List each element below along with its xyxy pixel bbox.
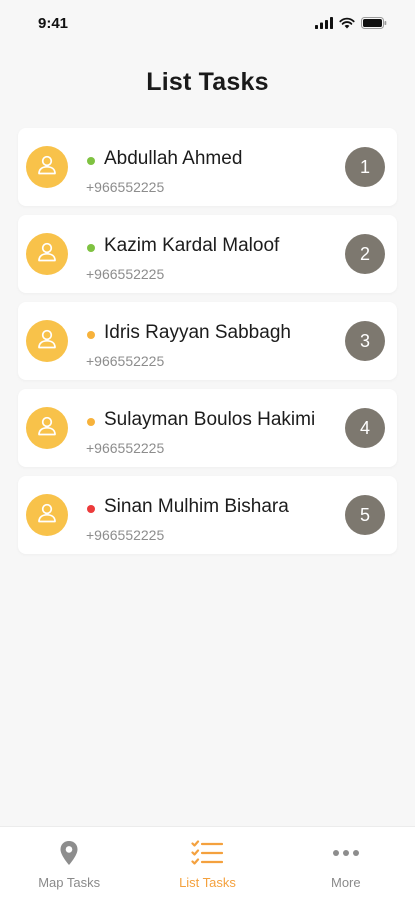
task-number-badge: 4 [345,408,385,448]
bottom-tab-bar: Map Tasks List Tasks More [0,826,415,900]
task-number-badge: 3 [345,321,385,361]
tab-map-tasks[interactable]: Map Tasks [0,827,138,900]
tab-more[interactable]: More [277,827,415,900]
status-bar: 9:41 [0,0,415,46]
task-phone: +966552225 [86,179,165,195]
user-icon [35,327,59,356]
task-card[interactable]: Abdullah Ahmed +966552225 1 [18,128,397,206]
task-name: Kazim Kardal Maloof [104,235,280,256]
screen: 9:41 List Tasks Abdullah Ahmed +96655222… [0,0,415,900]
battery-icon [361,17,387,29]
status-dot [87,157,95,165]
task-list: Abdullah Ahmed +966552225 1 Kazim Kardal… [18,128,397,563]
tab-label: More [331,875,361,890]
page-title: List Tasks [146,68,269,96]
user-icon [35,501,59,530]
avatar [26,494,68,536]
task-card[interactable]: Idris Rayyan Sabbagh +966552225 3 [18,302,397,380]
status-dot [87,418,95,426]
task-phone: +966552225 [86,440,165,456]
task-phone: +966552225 [86,527,165,543]
avatar [26,407,68,449]
status-time: 9:41 [38,14,69,32]
status-dot [87,331,95,339]
task-number-badge: 1 [345,147,385,187]
task-phone: +966552225 [86,353,165,369]
task-card[interactable]: Kazim Kardal Maloof +966552225 2 [18,215,397,293]
tab-label: Map Tasks [38,875,101,890]
user-icon [35,153,59,182]
user-icon [35,240,59,269]
signal-icon [315,17,333,29]
more-dots-icon [332,839,360,867]
status-dot [87,244,95,252]
task-name: Abdullah Ahmed [104,148,243,169]
avatar [26,320,68,362]
task-card[interactable]: Sinan Mulhim Bishara +966552225 5 [18,476,397,554]
tab-label: List Tasks [179,875,236,890]
list-icon [191,839,224,867]
map-pin-icon [59,839,79,867]
avatar [26,146,68,188]
status-dot [87,505,95,513]
task-name: Sulayman Boulos Hakimi [104,409,316,430]
status-icons [315,17,387,29]
tab-list-tasks[interactable]: List Tasks [138,827,276,900]
avatar [26,233,68,275]
task-number-badge: 2 [345,234,385,274]
task-number-badge: 5 [345,495,385,535]
wifi-icon [339,17,355,29]
task-phone: +966552225 [86,266,165,282]
task-name: Sinan Mulhim Bishara [104,496,289,517]
user-icon [35,414,59,443]
task-name: Idris Rayyan Sabbagh [104,322,291,343]
task-card[interactable]: Sulayman Boulos Hakimi +966552225 4 [18,389,397,467]
